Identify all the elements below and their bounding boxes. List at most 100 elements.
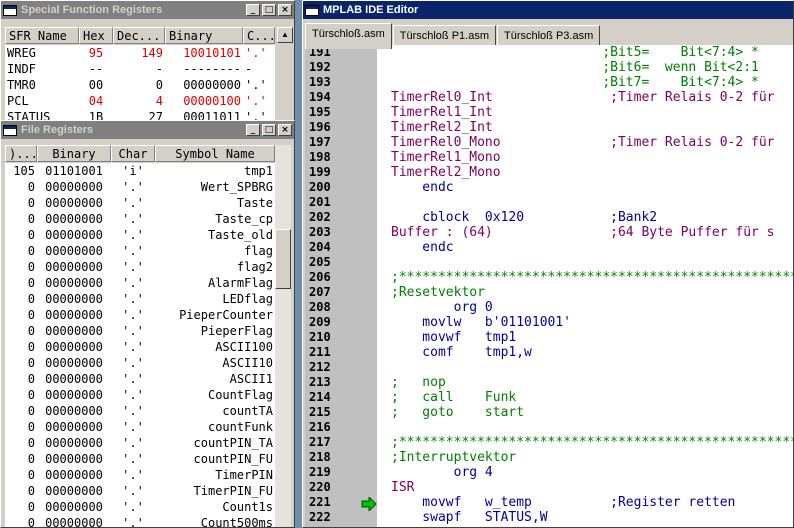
file-register-row[interactable]: 0 00000000 '.' Taste <box>5 195 275 211</box>
minimize-button[interactable]: _ <box>246 124 260 136</box>
sfr-row[interactable]: TMR0 00 0 00000000 '.' <box>5 77 275 93</box>
col-hex[interactable]: Hex <box>79 27 113 44</box>
fr-char: '.' <box>122 484 144 498</box>
line-number: 194 <box>309 90 331 104</box>
code-line: ISR <box>391 480 415 495</box>
code-line: ;Bit7= Bit<7:4> * <box>391 75 759 90</box>
fr-symbol-name: countFunk <box>207 420 273 434</box>
file-registers-window: File Registers _ □ × )... Binary Char Sy… <box>0 120 295 528</box>
file-register-row[interactable]: 0 00000000 '.' TimerPIN <box>5 467 275 483</box>
sfr-dec: 0 <box>155 78 163 92</box>
file-register-row[interactable]: 0 00000000 '.' AlarmFlag <box>5 275 275 291</box>
sfr-binary: 00000000 <box>183 78 241 92</box>
fr-char: '.' <box>122 356 144 370</box>
sfr-title: Special Function Registers <box>21 4 163 16</box>
file-registers-titlebar[interactable]: File Registers _ □ × <box>1 121 294 139</box>
fr-symbol-name: countPIN_TA <box>193 436 273 450</box>
editor-gutter[interactable]: 191 192 193 194 195 196 197 198 199 200 201 202 203 2… <box>305 45 377 527</box>
sfr-row[interactable]: WREG 95 149 10010101 '.' <box>5 45 275 61</box>
file-register-row[interactable]: 0 00000000 '.' countTA <box>5 403 275 419</box>
col-char[interactable]: C... <box>243 27 275 44</box>
fr-symbol-name: PieperCounter <box>179 308 273 322</box>
file-register-row[interactable]: 0 00000000 '.' ASCII1 <box>5 371 275 387</box>
scroll-up-arrow-icon[interactable]: ▲ <box>277 27 293 43</box>
file-register-row[interactable]: 105 01101001 'i' tmp1 <box>5 163 275 179</box>
code-editor[interactable]: ;Bit5= Bit<7:4> * ;Bit6= wenn Bit<2:1 ;B… <box>377 45 793 527</box>
file-registers-scrollbar[interactable] <box>275 145 291 527</box>
file-register-row[interactable]: 0 00000000 '.' flag <box>5 243 275 259</box>
fr-binary: 00000000 <box>45 420 103 434</box>
file-register-row[interactable]: 0 00000000 '.' Count500ms <box>5 515 275 527</box>
sfr-row[interactable]: INDF -- - -------- - <box>5 61 275 77</box>
fr-decimal: 0 <box>27 372 35 386</box>
code-line: ;Bit5= Bit<7:4> * <box>391 45 759 60</box>
sfr-titlebar[interactable]: Special Function Registers _ □ × <box>1 1 294 19</box>
sfr-row[interactable]: PCL 04 4 00000100 '.' <box>5 93 275 109</box>
col-binary[interactable]: Binary <box>165 27 243 44</box>
fr-char: '.' <box>122 228 144 242</box>
fr-binary: 00000000 <box>45 372 103 386</box>
fr-binary: 00000000 <box>45 196 103 210</box>
code-line: org 4 <box>391 465 493 480</box>
code-line: TimerRel0_Int ;Timer Relais 0-2 für <box>391 90 775 105</box>
file-register-row[interactable]: 0 00000000 '.' Taste_old <box>5 227 275 243</box>
minimize-button[interactable]: _ <box>246 4 260 16</box>
fr-decimal: 0 <box>27 340 35 354</box>
editor-titlebar[interactable]: MPLAB IDE Editor <box>303 1 793 19</box>
line-number: 207 <box>309 285 331 299</box>
fr-binary: 00000000 <box>45 468 103 482</box>
fr-symbol-name: tmp1 <box>244 164 273 178</box>
col-sfr-name[interactable]: SFR Name <box>5 27 79 44</box>
sfr-table: WREG 95 149 10010101 '.' INDF -- - -------- - TMR0… <box>5 45 275 121</box>
file-register-row[interactable]: 0 00000000 '.' CountFlag <box>5 387 275 403</box>
fr-symbol-name: AlarmFlag <box>207 276 273 290</box>
file-register-row[interactable]: 0 00000000 '.' countFunk <box>5 419 275 435</box>
file-register-row[interactable]: 0 00000000 '.' ASCII10 <box>5 355 275 371</box>
fr-char: '.' <box>122 308 144 322</box>
fr-decimal: 0 <box>27 468 35 482</box>
scroll-thumb[interactable] <box>275 229 291 289</box>
sfr-char: '.' <box>245 78 267 92</box>
col-symbol-name[interactable]: Symbol Name <box>155 145 275 162</box>
code-line: ; goto start <box>391 405 525 420</box>
close-button[interactable]: × <box>278 124 292 136</box>
col-binary[interactable]: Binary <box>37 145 111 162</box>
sfr-scrollbar[interactable]: ▲ <box>277 27 293 121</box>
fr-binary: 00000000 <box>45 260 103 274</box>
fr-symbol-name: countTA <box>222 404 273 418</box>
code-line: Buffer : (64) ;64 Byte Puffer für s <box>391 225 775 240</box>
line-number: 198 <box>309 150 331 164</box>
fr-binary: 00000000 <box>45 324 103 338</box>
fr-symbol-name: Taste_old <box>207 228 273 242</box>
tab-tuerschloss[interactable]: Türschloß.asm <box>305 23 392 49</box>
fr-char: '.' <box>122 420 144 434</box>
line-number: 222 <box>309 510 331 524</box>
file-register-row[interactable]: 0 00000000 '.' Wert_SPBRG <box>5 179 275 195</box>
file-register-row[interactable]: 0 00000000 '.' Count1s <box>5 499 275 515</box>
file-register-row[interactable]: 0 00000000 '.' countPIN_FU <box>5 451 275 467</box>
col-decimal[interactable]: Dec... <box>113 27 165 44</box>
close-button[interactable]: × <box>278 4 292 16</box>
line-number: 211 <box>309 345 331 359</box>
fr-char: '.' <box>122 324 144 338</box>
file-register-row[interactable]: 0 00000000 '.' flag2 <box>5 259 275 275</box>
file-register-row[interactable]: 0 00000000 '.' LEDflag <box>5 291 275 307</box>
code-line: swapf STATUS,W <box>391 510 548 525</box>
col-char[interactable]: Char <box>111 145 155 162</box>
sfr-binary: 00000100 <box>183 94 241 108</box>
fr-char: '.' <box>122 244 144 258</box>
fr-decimal: 0 <box>27 436 35 450</box>
file-register-row[interactable]: 0 00000000 '.' PieperCounter <box>5 307 275 323</box>
maximize-button[interactable]: □ <box>262 124 276 136</box>
file-register-row[interactable]: 0 00000000 '.' ASCII100 <box>5 339 275 355</box>
line-number: 209 <box>309 315 331 329</box>
fr-binary: 00000000 <box>45 436 103 450</box>
maximize-button[interactable]: □ <box>262 4 276 16</box>
col-decimal[interactable]: )... <box>5 145 37 162</box>
file-register-row[interactable]: 0 00000000 '.' PieperFlag <box>5 323 275 339</box>
file-register-row[interactable]: 0 00000000 '.' TimerPIN_FU <box>5 483 275 499</box>
file-register-row[interactable]: 0 00000000 '.' Taste_cp <box>5 211 275 227</box>
sfr-hex: -- <box>88 62 104 76</box>
file-register-row[interactable]: 0 00000000 '.' countPIN_TA <box>5 435 275 451</box>
